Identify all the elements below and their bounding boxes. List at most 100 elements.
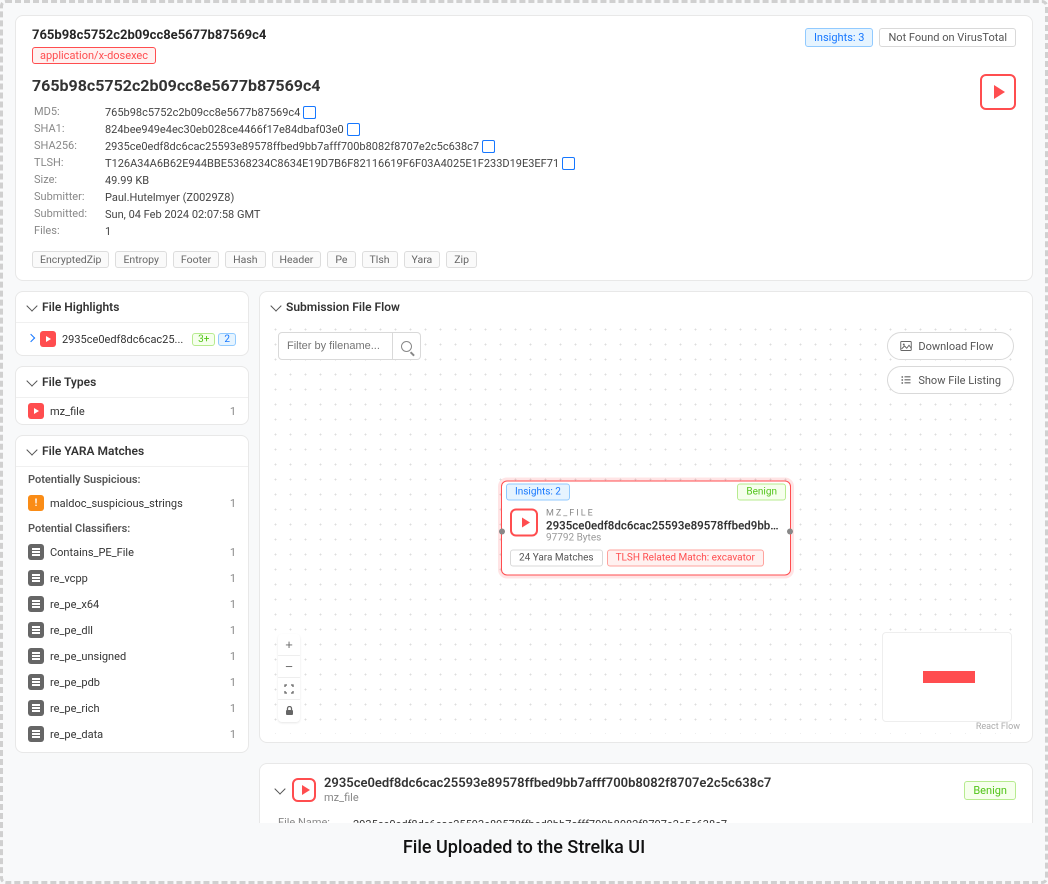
yara-rule-name: re_vcpp: [50, 572, 88, 585]
node-benign-badge: Benign: [737, 484, 786, 501]
yara-count: 1: [230, 572, 236, 585]
chip: Header: [272, 251, 322, 268]
node-insights-badge: Insights: 2: [506, 484, 570, 501]
copy-icon[interactable]: [564, 159, 575, 170]
yara-count: 1: [230, 598, 236, 611]
meta-label: Submitted:: [34, 207, 103, 222]
yara-row[interactable]: re_pe_unsigned 1: [16, 643, 248, 669]
copy-icon[interactable]: [349, 125, 360, 136]
rule-icon: [28, 596, 44, 612]
node-tag-yara: 24 Yara Matches: [510, 550, 603, 567]
submission-flow-panel: Submission File Flow Download Flow: [259, 291, 1033, 743]
list-icon: [900, 374, 912, 386]
badge-count: 3+: [192, 333, 215, 346]
flow-canvas[interactable]: Download Flow Show File Listing: [268, 322, 1024, 734]
rule-icon: [28, 544, 44, 560]
chevron-down-icon[interactable]: [26, 444, 37, 455]
yara-row[interactable]: re_pe_dll 1: [16, 617, 248, 643]
zoom-out-button[interactable]: −: [278, 656, 300, 678]
detail-label: File Name:: [278, 816, 351, 823]
yara-rule-name: re_pe_dll: [50, 624, 93, 637]
yara-count: 1: [230, 650, 236, 663]
fit-view-button[interactable]: [278, 678, 300, 700]
file-detail-panel: 2935ce0edf8dc6cac25593e89578ffbed9bb7aff…: [259, 763, 1033, 823]
section-heading: Potential Classifiers:: [16, 516, 248, 539]
yara-count: 1: [230, 728, 236, 741]
yara-row[interactable]: re_pe_rich 1: [16, 695, 248, 721]
file-icon-play: [980, 74, 1016, 110]
chip: Pe: [327, 251, 355, 268]
hash-title: 765b98c5752c2b09cc8e5677b87569c4: [32, 76, 1016, 95]
flow-minimap[interactable]: [882, 632, 1012, 722]
panel-title: File Highlights: [42, 300, 119, 314]
yara-count: 1: [230, 546, 236, 559]
flow-controls: + −: [278, 634, 300, 722]
download-flow-button[interactable]: Download Flow: [887, 332, 1014, 360]
file-highlights-panel: File Highlights 2935ce0edf8dc6cac25... 3…: [15, 291, 249, 356]
detail-file-hash: 2935ce0edf8dc6cac25593e89578ffbed9bb7aff…: [324, 776, 956, 791]
yara-row[interactable]: ! maldoc_suspicious_strings 1: [16, 490, 248, 516]
yara-row[interactable]: re_pe_pdb 1: [16, 669, 248, 695]
virustotal-badge: Not Found on VirusTotal: [879, 28, 1016, 47]
section-heading: Potentially Suspicious:: [16, 467, 248, 490]
file-type-name: mz_file: [50, 405, 85, 418]
search-button[interactable]: [393, 332, 421, 360]
rule-icon: [28, 700, 44, 716]
meta-label: TLSH:: [34, 156, 103, 171]
search-icon: [401, 341, 412, 352]
panel-title: File YARA Matches: [42, 444, 144, 458]
rule-icon: [28, 648, 44, 664]
rule-icon: [28, 570, 44, 586]
filter-filename-input[interactable]: [278, 332, 393, 360]
flow-node[interactable]: Insights: 2 Benign MZ_FILE 2935ce0edf8dc…: [501, 481, 791, 576]
panel-title: Submission File Flow: [286, 300, 400, 314]
yara-count: 1: [230, 702, 236, 715]
submission-hash: 765b98c5752c2b09cc8e5677b87569c4: [32, 28, 266, 43]
meta-label: MD5:: [34, 105, 103, 120]
chevron-down-icon[interactable]: [270, 300, 281, 311]
node-filename: 2935ce0edf8dc6cac25593e89578ffbed9bb7aff…: [546, 519, 782, 533]
yara-row[interactable]: re_pe_data 1: [16, 721, 248, 747]
rule-icon: [28, 674, 44, 690]
show-file-listing-button[interactable]: Show File Listing: [887, 366, 1014, 394]
yara-row[interactable]: re_pe_pdata 1: [16, 747, 248, 753]
yara-row[interactable]: re_vcpp 1: [16, 565, 248, 591]
yara-count: 1: [230, 497, 236, 510]
highlight-row[interactable]: 2935ce0edf8dc6cac25... 3+ 2: [16, 323, 248, 355]
chip: EncryptedZip: [32, 251, 109, 268]
rule-icon: [28, 726, 44, 742]
panel-title: File Types: [42, 375, 96, 389]
copy-icon[interactable]: [484, 142, 495, 153]
chip: Entropy: [115, 251, 166, 268]
yara-rule-name: re_pe_data: [50, 728, 103, 741]
insights-badge: Insights: 3: [805, 28, 874, 47]
node-handle-right[interactable]: [787, 528, 793, 534]
yara-rule-name: re_pe_pdb: [50, 676, 100, 689]
chevron-down-icon[interactable]: [26, 375, 37, 386]
warning-icon: !: [28, 495, 44, 511]
meta-label: Files:: [34, 224, 103, 239]
chevron-down-icon[interactable]: [274, 783, 285, 794]
meta-label: Submitter:: [34, 190, 103, 205]
file-icon: [40, 331, 56, 347]
submission-header-card: 765b98c5752c2b09cc8e5677b87569c4 applica…: [15, 15, 1033, 281]
badge-count: 2: [218, 333, 236, 346]
chevron-down-icon[interactable]: [26, 300, 37, 311]
file-type-row[interactable]: mz_file 1: [16, 398, 248, 424]
node-size: 97792 Bytes: [546, 533, 782, 544]
scanner-chips: EncryptedZip Entropy Footer Hash Header …: [32, 251, 1016, 268]
reactflow-attribution: React Flow: [976, 722, 1020, 732]
metadata-table: MD5:765b98c5752c2b09cc8e5677b87569c4 SHA…: [32, 103, 577, 241]
figure-caption: File Uploaded to the Strelka UI: [15, 837, 1033, 858]
yara-row[interactable]: re_pe_x64 1: [16, 591, 248, 617]
zoom-in-button[interactable]: +: [278, 634, 300, 656]
file-icon-play: [510, 509, 538, 537]
meta-label: SHA1:: [34, 122, 103, 137]
yara-row[interactable]: Contains_PE_File 1: [16, 539, 248, 565]
yara-count: 1: [230, 624, 236, 637]
meta-label: Size:: [34, 173, 103, 188]
node-handle-left[interactable]: [499, 528, 505, 534]
copy-icon[interactable]: [305, 108, 316, 119]
yara-rule-name: re_pe_x64: [50, 598, 99, 611]
lock-button[interactable]: [278, 700, 300, 722]
